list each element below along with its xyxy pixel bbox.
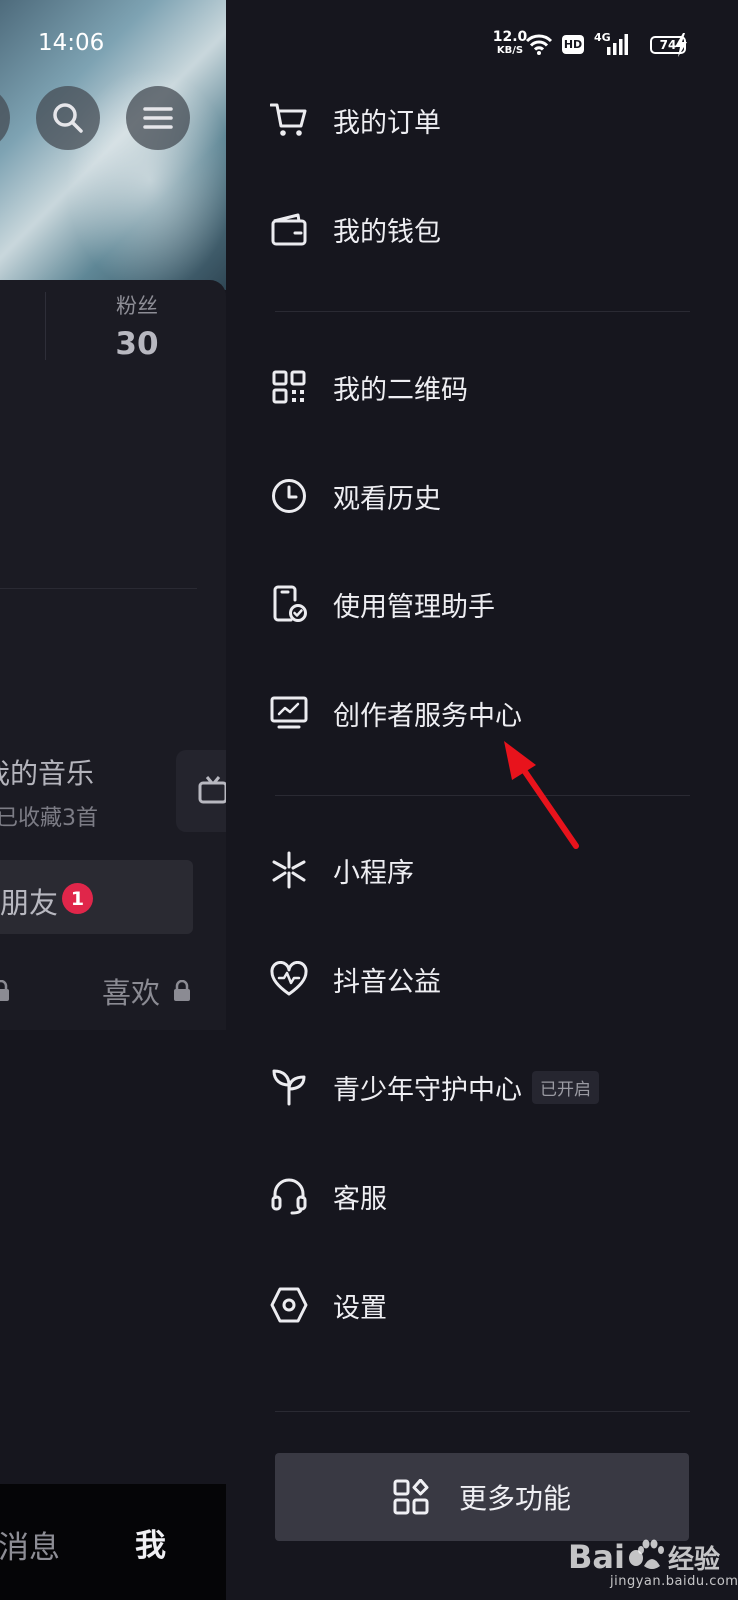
menu-item-label: 抖音公益 — [333, 966, 441, 998]
status-time: 14:06 — [38, 30, 105, 56]
section-divider — [275, 1411, 690, 1412]
menu-item-label: 使用管理助手 — [333, 591, 495, 623]
menu-item-label: 青少年守护中心 — [333, 1074, 522, 1106]
menu-item-label: 小程序 — [333, 857, 414, 889]
network-speed: 12.0 KB/S — [490, 30, 530, 58]
sprout-icon — [269, 1067, 309, 1107]
menu-item-usage-manager[interactable]: 使用管理助手 — [269, 574, 689, 634]
lock-icon — [0, 980, 9, 1001]
menu-item-my-wallet[interactable]: 我的钱包 — [269, 199, 689, 259]
menu-item-settings[interactable]: 设置 — [269, 1275, 689, 1335]
signal-icon — [607, 34, 628, 55]
charging-bolt-icon — [675, 33, 687, 57]
settings-hexagon-icon — [269, 1285, 309, 1325]
hd-indicator: HD — [562, 35, 584, 54]
fans-count[interactable]: 30 — [90, 326, 184, 362]
search-icon — [53, 103, 83, 133]
heart-charity-icon — [269, 959, 309, 999]
menu-item-creator-center[interactable]: 创作者服务中心 — [269, 683, 689, 743]
section-divider — [275, 795, 690, 796]
menu-item-customer-service[interactable]: 客服 — [269, 1166, 689, 1226]
qr-code-icon — [269, 367, 309, 407]
menu-item-label: 我的二维码 — [333, 374, 468, 406]
menu-item-label: 我的订单 — [333, 107, 441, 139]
friends-label: 朋友 — [0, 886, 59, 920]
profile-cover-image — [0, 0, 226, 290]
cart-icon — [269, 100, 309, 140]
menu-item-label: 创作者服务中心 — [333, 700, 522, 732]
menu-button[interactable] — [126, 86, 190, 150]
search-button[interactable] — [36, 86, 100, 150]
tv-icon — [198, 776, 226, 804]
friends-badge: 1 — [62, 883, 93, 914]
stat-divider — [45, 292, 46, 360]
hd-label: HD — [563, 38, 583, 51]
grid-apps-icon — [393, 1479, 429, 1515]
mini-program-icon — [269, 850, 309, 890]
music-subtitle: 已收藏3首 — [0, 806, 98, 831]
hamburger-icon — [143, 107, 173, 129]
network-speed-unit: KB/S — [496, 45, 524, 56]
fans-label: 粉丝 — [116, 294, 158, 318]
menu-item-my-orders[interactable]: 我的订单 — [269, 90, 689, 150]
watermark-url: jingyan.baidu.com — [610, 1574, 738, 1589]
tab-me[interactable]: 我 — [135, 1520, 166, 1565]
headset-icon — [269, 1176, 309, 1216]
section-divider — [275, 311, 690, 312]
lock-icon — [174, 980, 190, 1001]
monitor-chart-icon — [269, 693, 309, 733]
wallet-icon — [269, 209, 309, 249]
menu-item-label: 客服 — [333, 1183, 387, 1215]
menu-item-label: 我的钱包 — [333, 216, 441, 248]
clock-icon — [269, 476, 309, 516]
profile-background-page: 粉丝 30 我的音乐 已收藏3首 朋友 1 喜欢 消息 我 — [0, 0, 226, 1600]
status-badge: 已开启 — [532, 1070, 599, 1104]
svg-text:Bai: Bai — [568, 1538, 625, 1576]
tv-tile[interactable] — [176, 750, 226, 832]
wifi-icon — [525, 34, 553, 55]
menu-item-qr-code[interactable]: 我的二维码 — [269, 357, 689, 417]
svg-text:经验: 经验 — [668, 1544, 720, 1575]
menu-item-watch-history[interactable]: 观看历史 — [269, 466, 689, 526]
network-speed-value: 12.0 — [492, 29, 528, 45]
phone-check-icon — [269, 584, 309, 624]
menu-item-label: 观看历史 — [333, 483, 441, 515]
more-features-label: 更多功能 — [458, 1482, 571, 1515]
menu-item-charity[interactable]: 抖音公益 — [269, 949, 689, 1009]
menu-item-youth-protection[interactable]: 青少年守护中心 已开启 — [269, 1057, 689, 1117]
divider — [0, 588, 197, 589]
music-title[interactable]: 我的音乐 — [0, 752, 94, 792]
menu-item-label: 设置 — [333, 1292, 387, 1324]
likes-tab[interactable]: 喜欢 — [102, 970, 160, 1012]
menu-item-mini-programs[interactable]: 小程序 — [269, 840, 689, 900]
tab-messages[interactable]: 消息 — [0, 1522, 60, 1567]
